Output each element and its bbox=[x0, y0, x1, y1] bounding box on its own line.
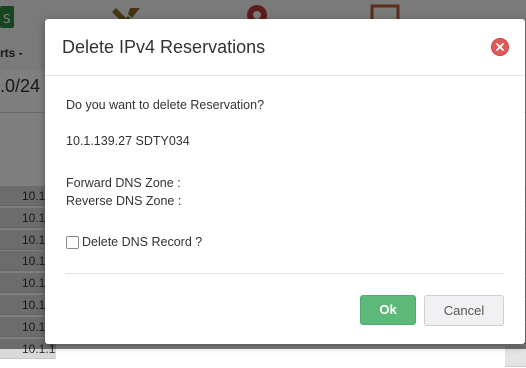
reverse-dns-zone-label: Reverse DNS Zone : bbox=[66, 194, 182, 208]
ok-button[interactable]: Ok bbox=[360, 295, 416, 325]
close-circle-icon bbox=[496, 43, 504, 51]
delete-reservation-dialog: Delete IPv4 Reservations Do you want to … bbox=[45, 19, 525, 344]
forward-dns-zone-label: Forward DNS Zone : bbox=[66, 176, 181, 190]
confirmation-question: Do you want to delete Reservation? bbox=[66, 98, 265, 112]
delete-dns-label[interactable]: Delete DNS Record ? bbox=[82, 235, 202, 249]
cancel-button[interactable]: Cancel bbox=[424, 295, 504, 326]
dialog-footer-divider bbox=[65, 273, 504, 274]
close-button[interactable] bbox=[491, 38, 509, 56]
delete-dns-checkbox[interactable] bbox=[66, 236, 79, 249]
dialog-header: Delete IPv4 Reservations bbox=[45, 19, 525, 76]
reservation-details: 10.1.139.27 SDTY034 bbox=[66, 134, 190, 148]
dialog-title: Delete IPv4 Reservations bbox=[62, 37, 266, 57]
